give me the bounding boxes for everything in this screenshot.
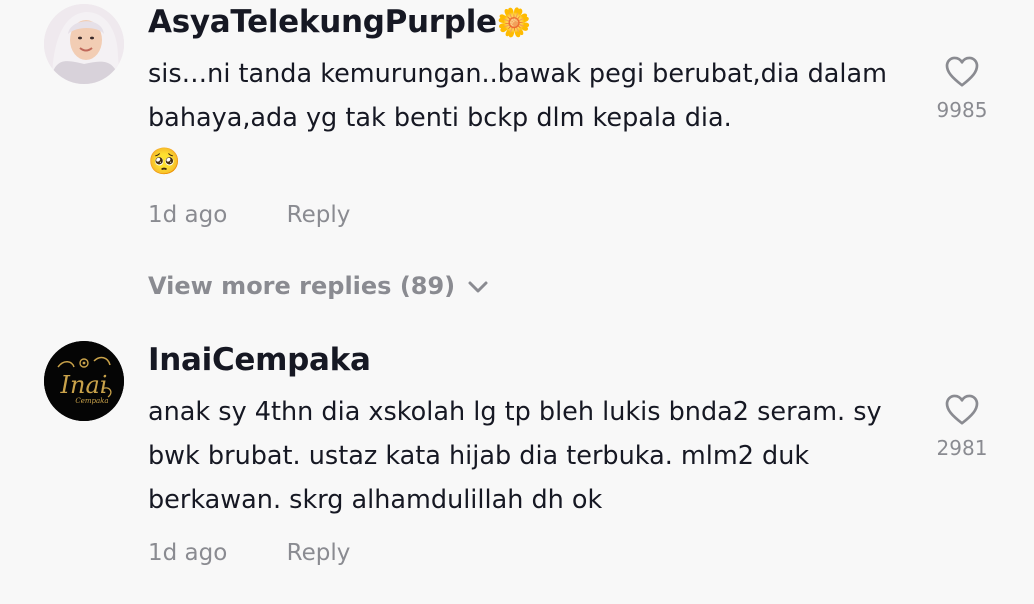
avatar[interactable]: [44, 4, 124, 84]
like-count: 2981: [936, 436, 988, 460]
comment-meta: 1d ago Reply: [148, 540, 350, 566]
view-more-replies-button[interactable]: View more replies (89): [148, 272, 489, 300]
comment-body: anak sy 4thn dia xskolah lg tp bleh luki…: [148, 397, 882, 515]
like-button[interactable]: 2981: [917, 392, 1007, 460]
svg-text:Cempaka: Cempaka: [75, 397, 108, 405]
chevron-down-icon: [468, 281, 488, 293]
comment-timestamp: 1d ago: [148, 202, 228, 228]
username-text: InaiCempaka: [148, 342, 371, 378]
comment-username[interactable]: AsyaTelekungPurple🌼: [148, 4, 532, 40]
comment-timestamp: 1d ago: [148, 540, 228, 566]
svg-text:Inai: Inai: [60, 371, 108, 399]
comment-text: anak sy 4thn dia xskolah lg tp bleh luki…: [148, 390, 918, 522]
comment-body: sis…ni tanda kemurungan..bawak pegi beru…: [148, 59, 887, 133]
sunflower-emoji: 🌼: [496, 6, 532, 39]
pleading-face-emoji: 🥺: [148, 147, 181, 177]
reply-button[interactable]: Reply: [287, 202, 351, 228]
like-count: 9985: [936, 98, 988, 122]
inai-cempaka-logo-icon: Inai Cempaka: [44, 341, 124, 421]
comment-meta: 1d ago Reply: [148, 202, 350, 228]
comment-username[interactable]: InaiCempaka: [148, 342, 371, 378]
username-text: AsyaTelekungPurple: [148, 4, 497, 40]
avatar[interactable]: Inai Cempaka: [44, 341, 124, 421]
comment-text: sis…ni tanda kemurungan..bawak pegi beru…: [148, 52, 918, 184]
view-more-replies-label: View more replies (89): [148, 272, 456, 300]
heart-icon: [945, 394, 979, 425]
reply-button[interactable]: Reply: [287, 540, 351, 566]
comment-item: Inai Cempaka InaiCempaka anak sy 4thn di…: [0, 340, 1034, 604]
comment-item: AsyaTelekungPurple🌼 sis…ni tanda kemurun…: [0, 0, 1034, 260]
woman-hijab-avatar-icon: [44, 4, 124, 84]
like-button[interactable]: 9985: [917, 54, 1007, 122]
heart-icon: [945, 56, 979, 87]
